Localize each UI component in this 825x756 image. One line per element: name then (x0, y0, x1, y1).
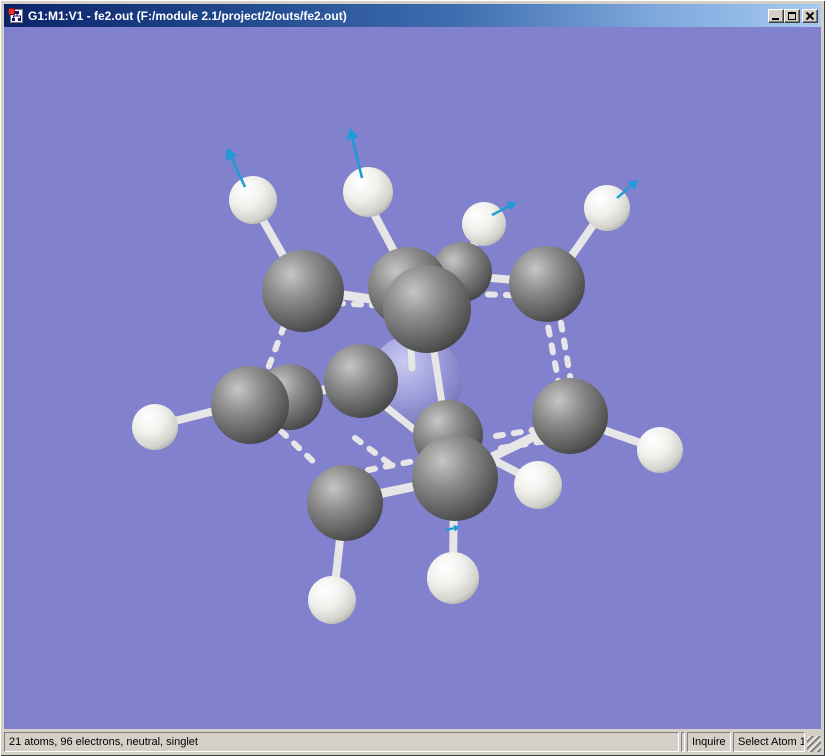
atom-H[interactable] (514, 461, 562, 509)
partial-bond (352, 435, 397, 470)
atom-H[interactable] (637, 427, 683, 473)
atom-H[interactable] (308, 576, 356, 624)
status-separator-panel (681, 732, 685, 752)
displacement-vector-arrow (225, 148, 247, 188)
app-window: G1:M1:V1 - fe2.out (F:/module 2.1/projec… (0, 0, 825, 756)
close-button[interactable] (802, 8, 818, 23)
maximize-icon (788, 11, 796, 20)
molecule-viewport[interactable] (4, 27, 821, 729)
atom-H[interactable] (427, 552, 479, 604)
status-molecule-info: 21 atoms, 96 electrons, neutral, singlet (4, 732, 679, 752)
partial-bond (498, 438, 549, 451)
close-icon (803, 10, 817, 22)
atom-C[interactable] (383, 265, 471, 353)
atom-C[interactable] (324, 344, 398, 418)
atom-C[interactable] (262, 250, 344, 332)
status-bar: 21 atoms, 96 electrons, neutral, singlet… (4, 729, 821, 752)
title-bar[interactable]: G1:M1:V1 - fe2.out (F:/module 2.1/projec… (4, 4, 821, 27)
window-title: G1:M1:V1 - fe2.out (F:/module 2.1/projec… (28, 8, 347, 23)
status-mode: Inquire (687, 732, 731, 752)
window-controls (768, 8, 818, 23)
atom-C[interactable] (532, 378, 608, 454)
atom-H[interactable] (132, 404, 178, 450)
gaussview-document-icon (8, 7, 24, 24)
atom-C[interactable] (412, 435, 498, 521)
atom-C[interactable] (307, 465, 383, 541)
partial-bond (278, 428, 321, 469)
resize-grip[interactable] (807, 736, 821, 752)
status-selection: Select Atom 1 (733, 732, 805, 752)
atom-H[interactable] (343, 167, 393, 217)
atom-C[interactable] (211, 366, 289, 444)
maximize-button[interactable] (784, 8, 800, 23)
atom-C[interactable] (509, 246, 585, 322)
minimize-button[interactable] (768, 8, 784, 23)
molecule-canvas[interactable] (4, 27, 821, 729)
displacement-vector-arrow (616, 180, 638, 199)
atom-H[interactable] (229, 176, 277, 224)
minimize-icon (772, 17, 779, 20)
partial-bond (542, 307, 563, 393)
displacement-vector-arrow (346, 128, 364, 179)
atom-H[interactable] (462, 202, 506, 246)
